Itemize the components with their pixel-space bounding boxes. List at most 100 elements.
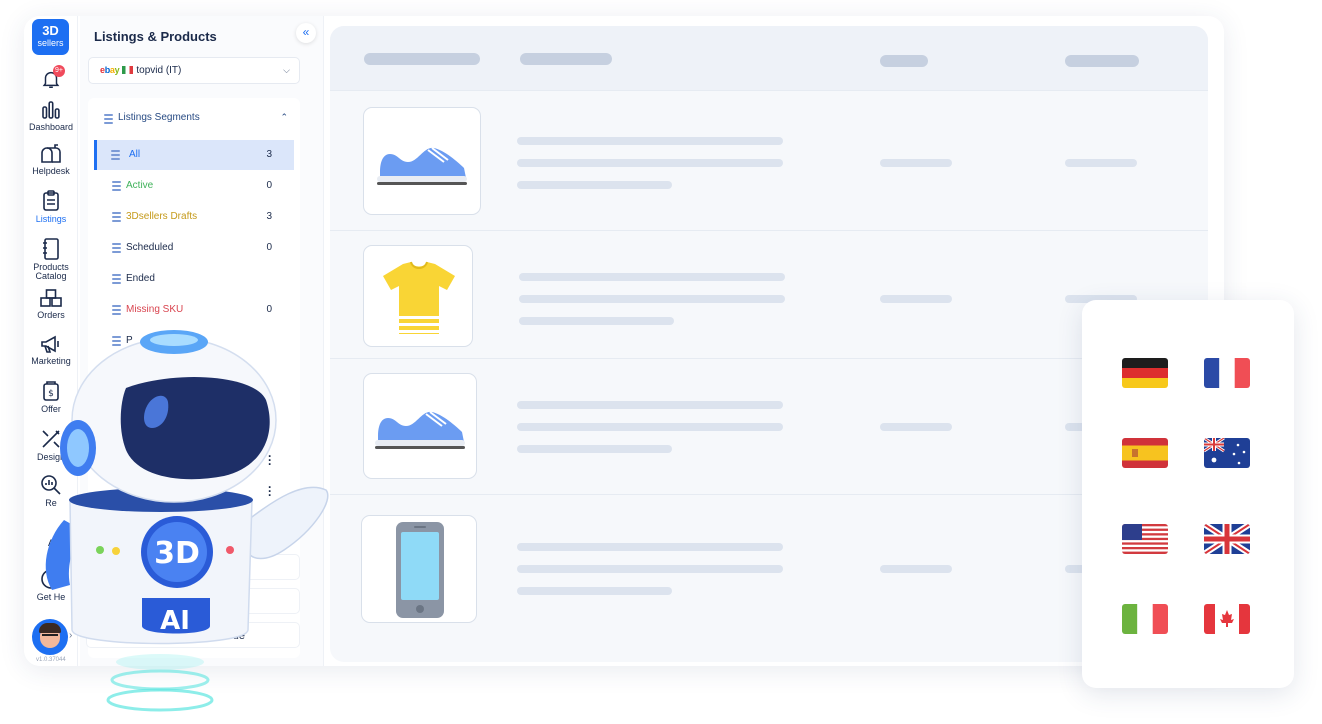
- header-skeleton: [1065, 55, 1139, 67]
- france-flag-icon[interactable]: [1204, 358, 1250, 388]
- logo[interactable]: 3D sellers: [32, 19, 69, 55]
- segment-3dsellers-drafts[interactable]: 3Dsellers Drafts 3: [94, 202, 294, 232]
- row-skeleton: [517, 137, 783, 145]
- header-skeleton: [520, 53, 612, 65]
- spain-flag-icon[interactable]: [1122, 438, 1168, 468]
- product-thumbnail[interactable]: [363, 373, 477, 479]
- nav-orders[interactable]: Orders: [24, 288, 78, 320]
- segment-label: Scheduled: [126, 242, 174, 253]
- italy-flag-icon[interactable]: [1122, 604, 1168, 634]
- header-skeleton: [364, 53, 480, 65]
- segment-count: 3: [266, 149, 272, 160]
- segment-label: 3Dsellers Drafts: [126, 211, 198, 222]
- nav-label: Helpdesk: [32, 166, 70, 176]
- list-icon: [112, 274, 121, 284]
- segment-ended[interactable]: Ended: [94, 264, 294, 294]
- germany-flag-icon[interactable]: [1122, 358, 1168, 388]
- row-skeleton: [517, 445, 672, 453]
- ai-robot-mascot: 3D AI: [45, 330, 329, 712]
- store-select[interactable]: ebay topvid (IT) ⌵: [88, 57, 300, 84]
- row-skeleton: [880, 423, 952, 431]
- segment-missing-sku[interactable]: Missing SKU 0: [94, 295, 294, 325]
- chevron-down-icon: ⌵: [283, 65, 290, 75]
- row-skeleton: [519, 273, 785, 281]
- list-icon: [112, 305, 121, 315]
- list-icon: [104, 114, 113, 124]
- segment-all[interactable]: All 3: [94, 140, 294, 170]
- chevron-up-icon[interactable]: ⌃: [280, 112, 288, 123]
- smartphone-icon: [396, 522, 444, 618]
- segment-scheduled[interactable]: Scheduled 0: [94, 233, 294, 263]
- segment-label: Ended: [126, 273, 155, 284]
- nav-listings[interactable]: Listings: [24, 190, 78, 224]
- row-skeleton: [519, 295, 785, 303]
- segment-count: 0: [266, 304, 272, 315]
- panel-title: Listings & Products: [94, 29, 217, 44]
- list-icon: [111, 150, 120, 160]
- header-skeleton: [880, 55, 928, 67]
- catalog-book-icon: [43, 238, 59, 260]
- notification-badge: 9+: [53, 65, 65, 77]
- uk-flag-icon[interactable]: [1204, 524, 1250, 554]
- row-skeleton: [880, 565, 952, 573]
- table-row[interactable]: [330, 230, 1208, 358]
- store-name: topvid (IT): [136, 65, 182, 76]
- canada-flag-icon[interactable]: [1204, 604, 1250, 634]
- segments-title[interactable]: Listings Segments: [118, 112, 200, 123]
- row-skeleton: [880, 295, 952, 303]
- row-skeleton: [519, 317, 674, 325]
- row-skeleton: [517, 401, 783, 409]
- segment-label: Missing SKU: [126, 304, 184, 315]
- table-row[interactable]: [330, 494, 1208, 662]
- segment-count: 0: [266, 242, 272, 253]
- clipboard-icon: [43, 190, 59, 211]
- segment-active[interactable]: Active 0: [94, 171, 294, 201]
- ebay-logo-icon: ebay: [100, 65, 120, 75]
- nav-helpdesk[interactable]: Helpdesk: [24, 144, 78, 176]
- list-icon: [112, 243, 121, 253]
- nav-label: Products Catalog: [33, 262, 69, 281]
- sneaker-icon: [377, 147, 467, 185]
- bar-chart-icon: [42, 101, 60, 119]
- sneaker-icon: [375, 411, 465, 449]
- marketplace-flags-card: [1082, 300, 1294, 688]
- segment-count: 3: [266, 211, 272, 222]
- segment-count: 0: [266, 180, 272, 191]
- nav-label: Orders: [37, 310, 65, 320]
- row-skeleton: [517, 159, 783, 167]
- product-thumbnail[interactable]: [363, 107, 481, 215]
- italy-flag-icon: [122, 66, 134, 74]
- nav-label: Dashboard: [28, 122, 74, 132]
- nav-products-catalog[interactable]: Products Catalog: [24, 238, 78, 281]
- nav-dashboard[interactable]: Dashboard: [24, 100, 78, 132]
- robot-chest-text: AI: [160, 606, 190, 636]
- row-skeleton: [517, 587, 672, 595]
- row-skeleton: [1065, 159, 1137, 167]
- stage: 3D sellers 9+ Dashboard Helpdesk Listing…: [0, 0, 1322, 724]
- row-skeleton: [517, 423, 783, 431]
- usa-flag-icon[interactable]: [1122, 524, 1168, 554]
- row-skeleton: [517, 543, 783, 551]
- row-skeleton: [517, 565, 783, 573]
- tshirt-icon: [383, 261, 455, 334]
- australia-flag-icon[interactable]: [1204, 438, 1250, 468]
- segment-label: Active: [126, 180, 154, 191]
- row-skeleton: [517, 181, 672, 189]
- collapse-panel-button[interactable]: «: [296, 23, 316, 43]
- list-icon: [112, 181, 121, 191]
- table-header: [330, 26, 1208, 90]
- nav-label: Listings: [35, 214, 67, 224]
- logo-line1: 3D: [42, 23, 59, 38]
- segment-label: All: [129, 149, 141, 160]
- mailbox-icon: [41, 144, 61, 163]
- product-thumbnail[interactable]: [361, 515, 477, 623]
- robot-badge-text: 3D: [154, 536, 200, 571]
- product-thumbnail[interactable]: [363, 245, 473, 347]
- list-icon: [112, 212, 121, 222]
- listings-table: [330, 26, 1208, 662]
- boxes-icon: [40, 289, 62, 307]
- row-skeleton: [880, 159, 952, 167]
- table-row[interactable]: [330, 358, 1208, 494]
- logo-line2: sellers: [37, 38, 64, 48]
- table-row[interactable]: [330, 90, 1208, 230]
